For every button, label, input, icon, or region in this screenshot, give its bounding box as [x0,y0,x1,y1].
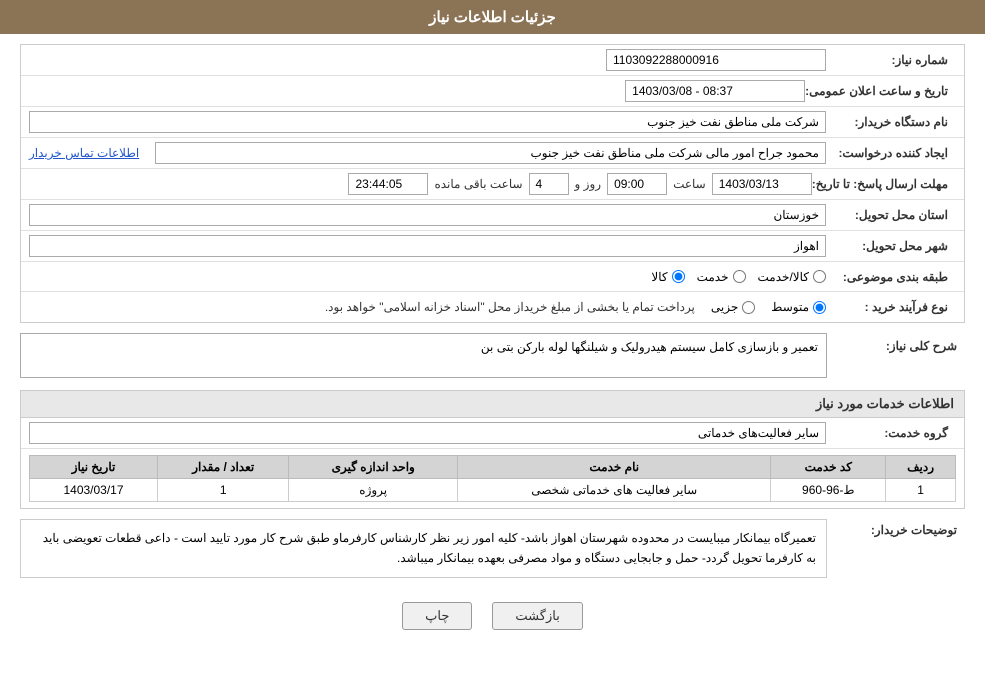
table-cell-2: سایر فعالیت های خدماتی شخصی [458,479,771,502]
remaining-label: ساعت باقی مانده [434,177,522,191]
created-by-label: ایجاد کننده درخواست: [826,146,956,160]
table-header-row: ردیف کد خدمت نام خدمت واحد اندازه گیری ت… [30,456,956,479]
service-group-row: گروه خدمت: سایر فعالیت‌های خدماتی [21,418,964,449]
created-by-value: محمود جراح امور مالی شرکت ملی مناطق نفت … [155,142,826,164]
purchase-option-motavasset[interactable]: متوسط [771,300,826,314]
table-row: 1ط-96-960سایر فعالیت های خدماتی شخصیپروژ… [30,479,956,502]
buyer-notes-value: تعمیرگاه بیمانکار میبایست در محدوده شهرس… [20,519,827,578]
purchase-type-row: نوع فرآیند خرید : متوسط جزیی پرداخت تمام… [21,292,964,322]
buttons-row: بازگشت چاپ [20,588,965,640]
service-group-label: گروه خدمت: [826,426,956,440]
need-number-value: 1103092288000916 [606,49,826,71]
need-desc-value: تعمیر و بازسازی کامل سیستم هیدرولیک و شی… [20,333,827,378]
purchase-option-jozii[interactable]: جزیی [711,300,755,314]
purchase-desc: پرداخت تمام یا بخشی از مبلغ خریداز محل "… [325,300,695,314]
col-unit: واحد اندازه گیری [289,456,458,479]
info-section: شماره نیاز: 1103092288000916 تاریخ و ساع… [20,44,965,323]
table-cell-1: ط-96-960 [771,479,886,502]
need-number-row: شماره نیاز: 1103092288000916 [21,45,964,76]
col-row-number: ردیف [886,456,956,479]
announce-datetime-value: 1403/03/08 - 08:37 [625,80,805,102]
announce-datetime-label: تاریخ و ساعت اعلان عمومی: [805,84,956,98]
city-row: شهر محل تحویل: اهواز [21,231,964,262]
category-row: طبقه بندی موضوعی: کالا/خدمت خدمت کالا [21,262,964,292]
purchase-type-group: متوسط جزیی پرداخت تمام یا بخشی از مبلغ خ… [325,300,826,314]
province-row: استان محل تحویل: خوزستان [21,200,964,231]
remaining-value: 23:44:05 [348,173,428,195]
service-group-value: سایر فعالیت‌های خدماتی [29,422,826,444]
category-option-kala[interactable]: کالا [651,270,684,284]
city-label: شهر محل تحویل: [826,239,956,253]
services-table: ردیف کد خدمت نام خدمت واحد اندازه گیری ت… [29,455,956,502]
org-name-label: نام دستگاه خریدار: [826,115,956,129]
page-title: جزئیات اطلاعات نیاز [429,9,556,26]
category-option-khedmat[interactable]: خدمت [697,270,746,284]
reply-days-value: 4 [529,173,569,195]
reply-time-value: 09:00 [607,173,667,195]
reply-deadline-label: مهلت ارسال پاسخ: تا تاریخ: [812,177,956,191]
services-section-title: اطلاعات خدمات مورد نیاز [20,390,965,417]
province-label: استان محل تحویل: [826,208,956,222]
print-button[interactable]: چاپ [402,602,472,630]
col-service-name: نام خدمت [458,456,771,479]
buyer-notes-section: توضیحات خریدار: تعمیرگاه بیمانکار میبایس… [20,519,965,578]
table-cell-4: 1 [158,479,289,502]
need-number-label: شماره نیاز: [826,53,956,67]
services-section: گروه خدمت: سایر فعالیت‌های خدماتی ردیف ک… [20,417,965,509]
col-qty: تعداد / مقدار [158,456,289,479]
reply-date-value: 1403/03/13 [712,173,812,195]
table-cell-3: پروژه [289,479,458,502]
page-header: جزئیات اطلاعات نیاز [0,0,985,34]
need-desc-label: شرح کلی نیاز: [835,333,965,353]
org-name-row: نام دستگاه خریدار: شرکت ملی مناطق نفت خی… [21,107,964,138]
purchase-type-label: نوع فرآیند خرید : [826,300,956,314]
contact-link[interactable]: اطلاعات تماس خریدار [29,146,139,160]
reply-time-label: ساعت [673,177,706,191]
need-desc-section: شرح کلی نیاز: تعمیر و بازسازی کامل سیستم… [20,333,965,378]
province-value: خوزستان [29,204,826,226]
reply-deadline-row: مهلت ارسال پاسخ: تا تاریخ: 1403/03/13 سا… [21,169,964,200]
category-option-kala-khedmat[interactable]: کالا/خدمت [758,270,826,284]
category-label: طبقه بندی موضوعی: [826,270,956,284]
reply-days-label: روز و [575,177,602,191]
org-name-value: شرکت ملی مناطق نفت خیز جنوب [29,111,826,133]
col-date: تاریخ نیاز [30,456,158,479]
back-button[interactable]: بازگشت [492,602,582,630]
announce-datetime-row: تاریخ و ساعت اعلان عمومی: 1403/03/08 - 0… [21,76,964,107]
category-radio-group: کالا/خدمت خدمت کالا [651,270,826,284]
created-by-row: ایجاد کننده درخواست: محمود جراح امور مال… [21,138,964,169]
table-cell-0: 1 [886,479,956,502]
city-value: اهواز [29,235,826,257]
table-cell-5: 1403/03/17 [30,479,158,502]
buyer-notes-label: توضیحات خریدار: [835,519,965,537]
services-table-wrapper: ردیف کد خدمت نام خدمت واحد اندازه گیری ت… [21,449,964,508]
col-service-code: کد خدمت [771,456,886,479]
